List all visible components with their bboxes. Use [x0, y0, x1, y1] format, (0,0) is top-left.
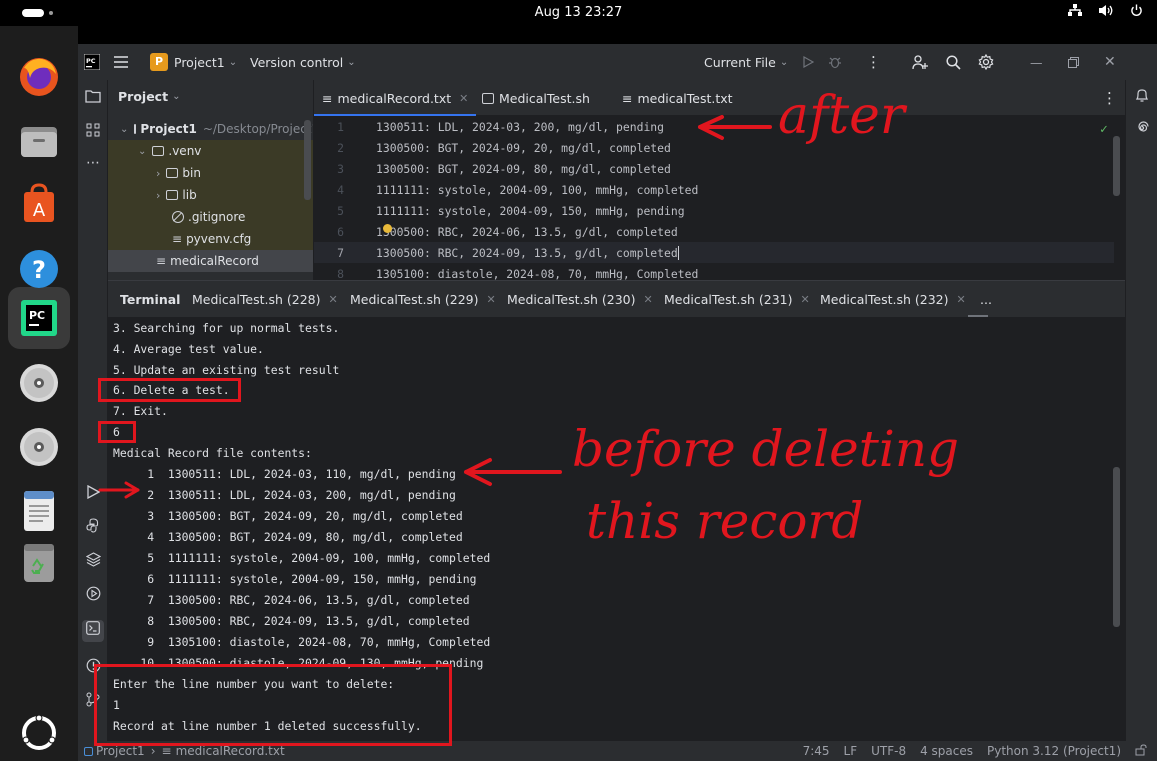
annotation-arrows [98, 115, 772, 499]
annotation-after-label: after [778, 86, 905, 146]
annotation-this-record-label: this record [586, 492, 864, 550]
annotation-before-deleting-label: before deleting [572, 420, 960, 478]
